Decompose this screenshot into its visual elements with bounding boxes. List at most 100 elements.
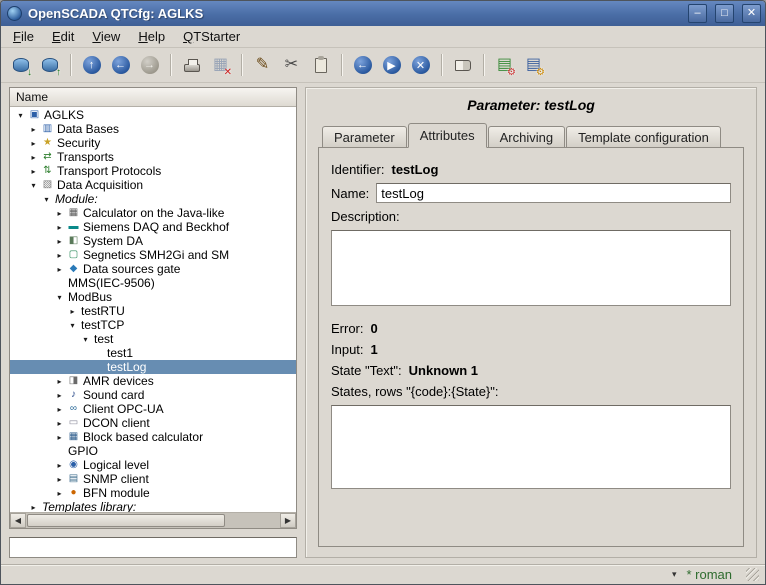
- tree-item-gpio[interactable]: GPIO: [10, 444, 296, 458]
- collapse-arrow-icon[interactable]: ▾: [66, 321, 79, 330]
- tree-horizontal-scrollbar[interactable]: ◀ ▶: [10, 512, 296, 528]
- expand-arrow-icon[interactable]: ▸: [53, 391, 66, 400]
- menu-view[interactable]: View: [83, 27, 129, 46]
- tab-template-configuration[interactable]: Template configuration: [566, 126, 721, 148]
- tree-item-bfn-module[interactable]: ▸●BFN module: [10, 486, 296, 500]
- stop-item-button[interactable]: ✕: [407, 52, 434, 79]
- save-to-db-button[interactable]: ↑: [36, 52, 63, 79]
- tree-item-data-sources-gate[interactable]: ▸◆Data sources gate: [10, 262, 296, 276]
- expand-arrow-icon[interactable]: ▸: [53, 223, 66, 232]
- expand-arrow-icon[interactable]: ▸: [53, 489, 66, 498]
- scrollbar-thumb[interactable]: [27, 514, 225, 527]
- close-button[interactable]: ✕: [742, 4, 761, 23]
- expand-arrow-icon[interactable]: ▸: [53, 433, 66, 442]
- user-menu-arrow-icon[interactable]: ▾: [672, 569, 677, 580]
- expand-arrow-icon[interactable]: ▸: [53, 461, 66, 470]
- tree-item-module[interactable]: ▾Module:: [10, 192, 296, 206]
- tree-item-modbus[interactable]: ▾ModBus: [10, 290, 296, 304]
- print-button[interactable]: [178, 52, 205, 79]
- titlebar[interactable]: OpenSCADA QTCfg: AGLKS – □ ✕: [1, 1, 765, 26]
- collapse-arrow-icon[interactable]: ▾: [53, 293, 66, 302]
- menu-qtstarter[interactable]: QTStarter: [174, 27, 249, 46]
- menu-edit[interactable]: Edit: [43, 27, 83, 46]
- tree-item-segnetics-smh2gi-and-sm[interactable]: ▸▢Segnetics SMH2Gi and SM: [10, 248, 296, 262]
- start-item-button[interactable]: ▶: [378, 52, 405, 79]
- tree-header-name[interactable]: Name: [10, 88, 296, 107]
- expand-arrow-icon[interactable]: ▸: [27, 125, 40, 134]
- scrollbar-track[interactable]: [26, 513, 280, 528]
- expand-arrow-icon[interactable]: ▸: [27, 139, 40, 148]
- tree-item-testtcp[interactable]: ▾testTCP: [10, 318, 296, 332]
- tree-item-sound-card[interactable]: ▸♪Sound card: [10, 388, 296, 402]
- tree-item-snmp-client[interactable]: ▸▤SNMP client: [10, 472, 296, 486]
- description-textarea[interactable]: [331, 230, 731, 306]
- tree-item-data-acquisition[interactable]: ▾▧Data Acquisition: [10, 178, 296, 192]
- tree-item-siemens-daq-and-beckhof[interactable]: ▸▬Siemens DAQ and Beckhof: [10, 220, 296, 234]
- tab-attributes[interactable]: Attributes: [408, 123, 487, 148]
- expand-arrow-icon[interactable]: ▸: [53, 251, 66, 260]
- expand-arrow-icon[interactable]: ▸: [53, 405, 66, 414]
- tree-item-dcon-client[interactable]: ▸▭DCON client: [10, 416, 296, 430]
- expand-arrow-icon[interactable]: ▸: [53, 419, 66, 428]
- tree-item-logical-level[interactable]: ▸◉Logical level: [10, 458, 296, 472]
- cut-item-button[interactable]: ✂: [278, 52, 305, 79]
- tree-item-block-based-calculator[interactable]: ▸▦Block based calculator: [10, 430, 296, 444]
- menu-help[interactable]: Help: [129, 27, 174, 46]
- expand-arrow-icon[interactable]: ▸: [66, 307, 79, 316]
- tab-parameter[interactable]: Parameter: [322, 126, 407, 148]
- remove-item-button[interactable]: ▦✕: [207, 52, 234, 79]
- tree-item-testrtu[interactable]: ▸testRTU: [10, 304, 296, 318]
- tree-item-security[interactable]: ▸★Security: [10, 136, 296, 150]
- expand-arrow-icon[interactable]: ▸: [53, 237, 66, 246]
- expand-arrow-icon[interactable]: ▸: [53, 209, 66, 218]
- collapse-arrow-icon[interactable]: ▾: [27, 181, 40, 190]
- tree-item-amr-devices[interactable]: ▸◨AMR devices: [10, 374, 296, 388]
- tree-item-transport-protocols[interactable]: ▸⇅Transport Protocols: [10, 164, 296, 178]
- tree-item-test[interactable]: ▾test: [10, 332, 296, 346]
- collapse-arrow-icon[interactable]: ▾: [40, 195, 53, 204]
- state-text-label: State "Text":: [331, 363, 402, 378]
- expand-arrow-icon[interactable]: ▸: [53, 475, 66, 484]
- go-forward-button[interactable]: →: [136, 52, 163, 79]
- tree-item-system-da[interactable]: ▸◧System DA: [10, 234, 296, 248]
- collapse-arrow-icon[interactable]: ▾: [14, 111, 27, 120]
- tab-archiving[interactable]: Archiving: [488, 126, 565, 148]
- segnetics-icon: ▢: [66, 250, 81, 260]
- go-up-button[interactable]: ↑: [78, 52, 105, 79]
- edit-item-button[interactable]: ✎: [249, 52, 276, 79]
- minimize-button[interactable]: –: [688, 4, 707, 23]
- expand-arrow-icon[interactable]: ▸: [53, 377, 66, 386]
- tree-item-testlog[interactable]: testLog: [10, 360, 296, 374]
- collapse-arrow-icon[interactable]: ▾: [79, 335, 92, 344]
- qtstarter-config-button[interactable]: ▤⚙: [491, 52, 518, 79]
- paste-item-button[interactable]: [307, 52, 334, 79]
- reload-item-button[interactable]: ←: [349, 52, 376, 79]
- expand-arrow-icon[interactable]: ▸: [27, 153, 40, 162]
- expand-arrow-icon[interactable]: ▸: [53, 265, 66, 274]
- tree-item-calculator-on-the-java-like[interactable]: ▸▦Calculator on the Java-like: [10, 206, 296, 220]
- qtstarter-vision-button[interactable]: ▤⚙: [520, 52, 547, 79]
- load-from-db-button[interactable]: ↓: [7, 52, 34, 79]
- manual-button[interactable]: [449, 52, 476, 79]
- states-rows-textarea[interactable]: [331, 405, 731, 489]
- name-input[interactable]: [376, 183, 731, 203]
- tree-item-client-opc-ua[interactable]: ▸∞Client OPC-UA: [10, 402, 296, 416]
- tree-item-data-bases[interactable]: ▸▥Data Bases: [10, 122, 296, 136]
- tree-item-mms-iec-9506[interactable]: MMS(IEC-9506): [10, 276, 296, 290]
- expand-arrow-icon[interactable]: ▸: [27, 503, 40, 512]
- tree-item-templates-library[interactable]: ▸Templates library:: [10, 500, 296, 512]
- scroll-left-icon[interactable]: ◀: [10, 513, 26, 528]
- tree-item-transports[interactable]: ▸⇄Transports: [10, 150, 296, 164]
- resize-grip[interactable]: [746, 568, 759, 581]
- tree-item-aglks[interactable]: ▾▣AGLKS: [10, 108, 296, 122]
- identifier-label: Identifier:: [331, 162, 384, 177]
- clipboard-icon: [315, 58, 327, 73]
- tree-item-test1[interactable]: test1: [10, 346, 296, 360]
- maximize-button[interactable]: □: [715, 4, 734, 23]
- scroll-right-icon[interactable]: ▶: [280, 513, 296, 528]
- menu-file[interactable]: File: [4, 27, 43, 46]
- go-back-button[interactable]: ←: [107, 52, 134, 79]
- tree-search-input[interactable]: [9, 537, 297, 558]
- tree-item-label: GPIO: [66, 444, 98, 458]
- expand-arrow-icon[interactable]: ▸: [27, 167, 40, 176]
